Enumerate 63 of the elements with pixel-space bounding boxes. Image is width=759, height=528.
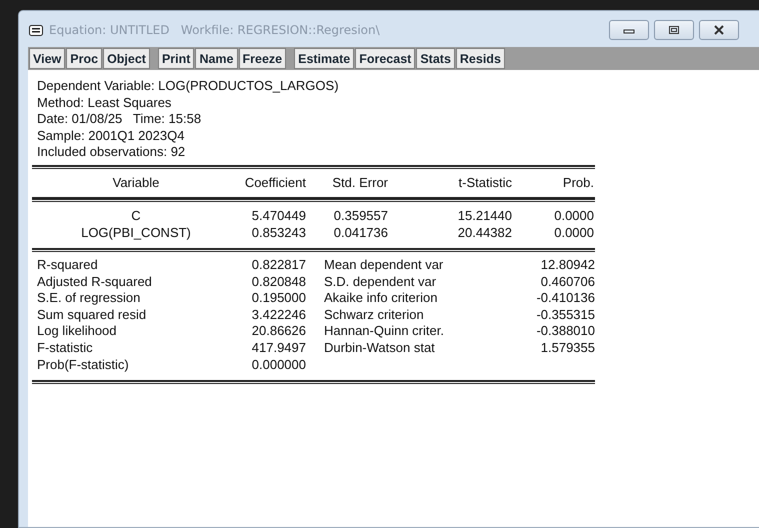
table-cell-text: C bbox=[130, 208, 142, 224]
toolbar-button[interactable]: Freeze bbox=[238, 48, 286, 69]
statistic-label: Log likelihood bbox=[36, 323, 118, 340]
statistic-value: 0.195000 bbox=[250, 290, 306, 307]
table-cell-text: 5.470449 bbox=[250, 208, 306, 224]
table-cell-text: 15.21440 bbox=[456, 208, 512, 224]
maximize-button[interactable] bbox=[654, 20, 694, 40]
statistic-value: -0.388010 bbox=[535, 323, 595, 340]
statistic-label: Sum squared resid bbox=[36, 306, 148, 324]
statistic-label: R-squared bbox=[36, 257, 99, 274]
header-line: Dependent Variable: LOG(PRODUCTOS_LARGOS) bbox=[37, 78, 340, 94]
statistic-label: Mean dependent var bbox=[323, 257, 444, 274]
statistic-value: 417.9497 bbox=[250, 340, 306, 357]
header-line: Included observations: 92 bbox=[37, 144, 186, 160]
menu-icon[interactable] bbox=[29, 24, 43, 36]
header-line: Method: Least Squares bbox=[37, 94, 172, 111]
statistic-value: 1.579355 bbox=[540, 340, 595, 357]
statistic-value: 0.820848 bbox=[250, 274, 306, 290]
statistic-value: -0.355315 bbox=[535, 306, 595, 324]
table-cell-text: 0.0000 bbox=[553, 224, 594, 241]
header-line: Sample: 2001Q1 2023Q4 bbox=[37, 128, 186, 144]
statistic-label: Hannan-Quinn criter. bbox=[323, 323, 445, 340]
close-button[interactable] bbox=[699, 20, 739, 40]
table-cell-text: 0.0000 bbox=[553, 208, 594, 224]
table-cell-text: 0.041736 bbox=[332, 224, 388, 241]
toolbar-button[interactable]: Stats bbox=[416, 48, 455, 69]
restore-icon bbox=[668, 25, 680, 35]
statistic-label: Durbin-Watson stat bbox=[323, 340, 436, 357]
toolbar-button[interactable]: Forecast bbox=[355, 48, 416, 69]
statistic-label: F-statistic bbox=[36, 340, 94, 357]
column-header: Std. Error bbox=[331, 174, 388, 191]
statistic-label: S.D. dependent var bbox=[323, 274, 438, 290]
toolbar-button[interactable]: View bbox=[29, 48, 66, 69]
statistic-value: 3.422246 bbox=[250, 306, 306, 324]
window-title: Equation: UNTITLED Workfile: REGRESION::Regresion\ bbox=[49, 23, 380, 37]
toolbar-button[interactable]: Object bbox=[103, 48, 150, 69]
minimize-button[interactable] bbox=[609, 20, 649, 40]
toolbar-button[interactable]: Print bbox=[158, 48, 194, 69]
statistic-label: Schwarz criterion bbox=[323, 306, 425, 324]
table-cell-text: LOG(PBI_CONST) bbox=[80, 224, 192, 241]
table-cell-text: 0.853243 bbox=[250, 224, 306, 241]
statistic-label: Akaike info criterion bbox=[323, 290, 438, 307]
column-header: Coefficient bbox=[244, 174, 306, 191]
toolbar-button[interactable]: Estimate bbox=[294, 48, 354, 69]
close-icon bbox=[713, 25, 725, 35]
table-cell-text: 20.44382 bbox=[456, 224, 512, 241]
statistic-value: 0.822817 bbox=[250, 257, 306, 274]
header-line: Date: 01/08/25 Time: 15:58 bbox=[37, 111, 202, 128]
column-header: t-Statistic bbox=[458, 174, 512, 191]
statistic-value: 0.460706 bbox=[540, 274, 595, 290]
statistic-label: S.E. of regression bbox=[36, 290, 142, 307]
statistic-label: Adjusted R-squared bbox=[36, 274, 153, 290]
column-header: Variable bbox=[112, 174, 160, 191]
statistic-value: 0.000000 bbox=[250, 356, 306, 374]
toolbar-button[interactable]: Proc bbox=[66, 48, 102, 69]
column-header: Prob. bbox=[562, 174, 594, 191]
statistic-value: -0.410136 bbox=[535, 290, 595, 307]
table-cell-text: 0.359557 bbox=[332, 208, 388, 224]
toolbar-button[interactable]: Name bbox=[195, 48, 238, 69]
statistic-value: 20.86626 bbox=[250, 323, 306, 340]
toolbar-button[interactable]: Resids bbox=[456, 48, 505, 69]
statistic-label: Prob(F-statistic) bbox=[36, 356, 130, 374]
statistic-value: 12.80942 bbox=[540, 257, 595, 274]
